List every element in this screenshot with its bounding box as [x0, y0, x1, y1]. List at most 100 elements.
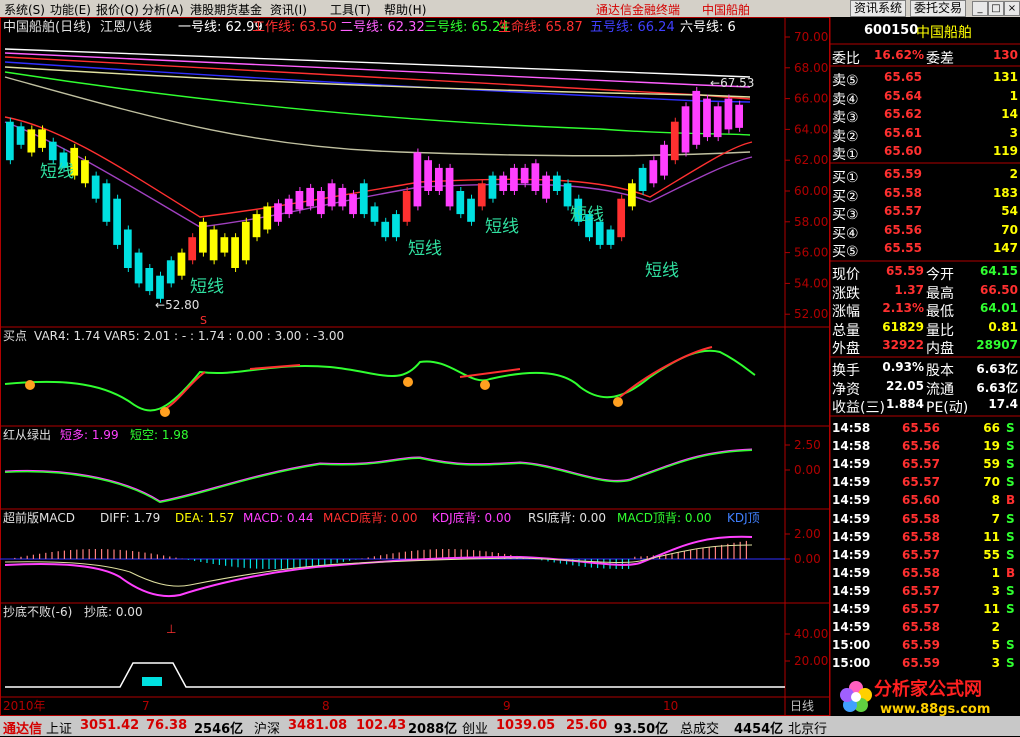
menu-help[interactable]: 帮助(H) [384, 1, 426, 18]
tick-price: 65.57 [870, 584, 940, 598]
weibi-label: 委比 [832, 48, 860, 68]
macd-bar [157, 554, 158, 559]
line-two [5, 53, 750, 87]
info-system-button[interactable]: 资讯系统 [850, 0, 906, 17]
tick-row: 14:5965.5770S [830, 475, 1020, 493]
candle-body [274, 203, 282, 221]
sh-label[interactable]: 上证 [46, 718, 72, 737]
menu-function[interactable]: 功能(E) [50, 1, 91, 18]
bid-row[interactable]: 买①65.592 [830, 167, 1020, 185]
stat-value-2: 0.81 [960, 320, 1018, 334]
candle-body [328, 183, 336, 206]
candle-body [338, 188, 346, 206]
tick-volume: 3 [950, 584, 1000, 598]
candle-body [317, 191, 325, 214]
tick-row: 15:0065.595S [830, 638, 1020, 656]
tick-time: 14:59 [832, 566, 870, 580]
menu-system[interactable]: 系统(S) [4, 1, 45, 18]
bid-row[interactable]: 买②65.58183 [830, 186, 1020, 204]
macd-bar [256, 559, 257, 569]
candle-body [564, 183, 572, 206]
macd-bar [634, 557, 635, 559]
row-label: 卖③ [832, 107, 859, 127]
stat-row: 现价65.59今开64.15 [830, 264, 1020, 282]
chart-area[interactable]: 中国船舶(日线) 江恩八线 一号线: 62.99工作线: 63.50二号线: 6… [0, 17, 830, 716]
tick-volume: 59 [950, 457, 1000, 471]
hs-change: 102.43 [356, 718, 406, 733]
tick-volume: 11 [950, 602, 1000, 616]
tick-time: 14:58 [832, 439, 870, 453]
tick-row: 14:5965.5711S [830, 602, 1020, 620]
menu-hk-futures[interactable]: 港股期货基金 [190, 1, 262, 18]
candle-body [596, 222, 604, 245]
ask-row[interactable]: 卖③65.6214 [830, 107, 1020, 125]
candle-body [285, 199, 293, 214]
trade-button[interactable]: 委托交易 [910, 0, 966, 17]
hs-label[interactable]: 沪深 [254, 718, 280, 737]
macd-bar [578, 559, 579, 566]
menu-analysis[interactable]: 分析(A) [142, 1, 184, 18]
bid-row[interactable]: 买③65.5754 [830, 204, 1020, 222]
candle-body [607, 230, 615, 245]
ask-row[interactable]: 卖②65.613 [830, 126, 1020, 144]
period-label[interactable]: 日线 [790, 699, 814, 713]
maximize-icon[interactable]: □ [988, 1, 1004, 16]
menu-tools[interactable]: 工具(T) [330, 1, 371, 18]
row-price: 65.55 [870, 241, 922, 255]
sub4-marker: ⊥ [166, 622, 176, 636]
candle-body [467, 199, 475, 222]
close-icon[interactable]: × [1004, 1, 1020, 16]
candle-body [682, 106, 690, 152]
cy-change: 25.60 [566, 718, 607, 733]
tick-side: S [1006, 421, 1015, 435]
macd-bar [45, 553, 46, 559]
ask-row[interactable]: 卖⑤65.65131 [830, 70, 1020, 88]
tick-volume: 5 [950, 638, 1000, 652]
cy-label[interactable]: 创业 [462, 718, 488, 737]
candle-body [92, 176, 100, 199]
tick-price: 65.58 [870, 566, 940, 580]
candle-body [6, 122, 14, 161]
tick-price: 65.57 [870, 548, 940, 562]
legend-2: 二号线: 62.32 [340, 20, 425, 35]
ask-row[interactable]: 卖①65.60119 [830, 144, 1020, 162]
bid-row[interactable]: 买⑤65.55147 [830, 241, 1020, 259]
macd-bar [175, 558, 176, 559]
stat-label-2: 最高 [926, 283, 954, 303]
stat-label-2: 内盘 [926, 338, 954, 358]
macd-bar [647, 556, 648, 559]
candle-body [263, 206, 271, 229]
candle-body [714, 106, 722, 137]
sub3-lines [5, 537, 752, 596]
candle-body [349, 194, 357, 214]
sub3-macd-bottom: MACD底背: 0.00 [323, 510, 418, 525]
tick-side: S [1006, 475, 1015, 489]
stat2-row: 收益(三)1.884PE(动)17.4 [830, 397, 1020, 415]
candle-body [456, 191, 464, 214]
macd-bar [231, 559, 232, 567]
menu-info[interactable]: 资讯(I) [270, 1, 307, 18]
row-label: 买① [832, 167, 859, 187]
minimize-icon[interactable]: _ [972, 1, 988, 16]
macd-bar [188, 559, 189, 560]
legend-6: 六号线: 6 [680, 20, 736, 35]
candle-body [381, 222, 389, 237]
candle-body [27, 129, 35, 152]
menu-quote[interactable]: 报价(Q) [96, 1, 139, 18]
ytick-2: 66.00 [794, 92, 828, 106]
tick-volume: 3 [950, 656, 1000, 670]
tick-price: 65.56 [870, 439, 940, 453]
macd-bar [702, 548, 703, 559]
macd-bar [411, 551, 412, 559]
candle-body [735, 105, 743, 128]
tick-price: 65.58 [870, 512, 940, 526]
tick-volume: 19 [950, 439, 1000, 453]
sh-index: 3051.42 [80, 718, 139, 733]
candle-body [478, 183, 486, 206]
bid-row[interactable]: 买④65.5670 [830, 223, 1020, 241]
row-price: 65.59 [870, 167, 922, 181]
hs-amount: 2088亿 [408, 718, 457, 737]
sub1-lines [5, 347, 755, 411]
weibi-row: 委比 16.62% 委差 130 [830, 48, 1020, 66]
ask-row[interactable]: 卖④65.641 [830, 89, 1020, 107]
